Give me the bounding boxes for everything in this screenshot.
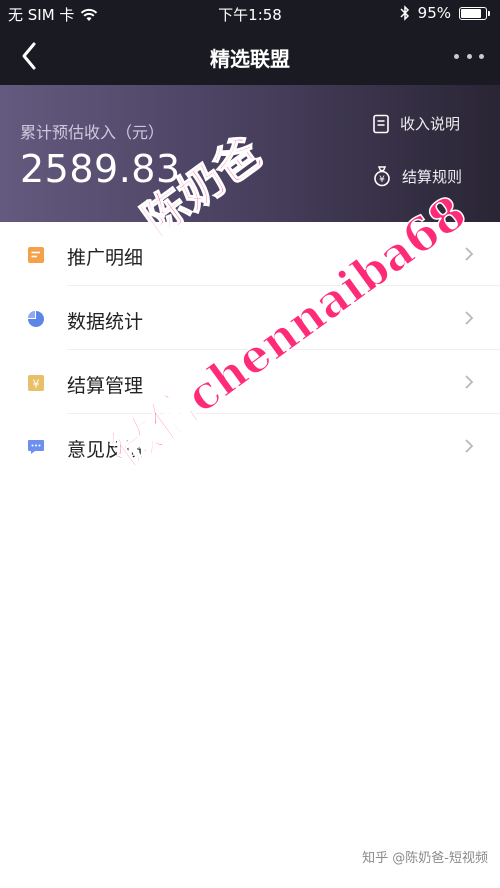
income-explanation-label: 收入说明 [400, 115, 461, 133]
more-dot-icon [466, 53, 472, 59]
more-button[interactable] [454, 44, 484, 68]
status-bar: 无 SIM 卡 下午1:58 95% [0, 0, 500, 28]
settlement-rules-link[interactable]: ¥ 结算规则 [372, 165, 462, 187]
pie-chart-icon [28, 311, 44, 327]
battery-icon [459, 6, 487, 20]
earnings-label: 累计预估收入（元） [20, 123, 165, 142]
chevron-right-icon [465, 439, 474, 453]
chat-bubble-icon [28, 440, 44, 454]
menu-item-label: 推广明细 [67, 247, 144, 269]
money-bag-icon: ¥ [374, 166, 390, 187]
more-dot-icon [454, 53, 459, 59]
battery-cap [488, 10, 490, 16]
status-right: 95% [400, 4, 490, 22]
orange-doc-icon [28, 247, 44, 263]
menu-item-label: 数据统计 [67, 311, 144, 333]
chevron-right-icon [465, 375, 474, 389]
yuan-icon: ¥ [28, 375, 44, 391]
more-dot-icon [479, 53, 484, 59]
bluetooth-icon [400, 5, 409, 21]
svg-text:¥: ¥ [379, 175, 385, 185]
footer-watermark: 知乎 @陈奶爸-短视频 [362, 851, 488, 866]
page-title: 精选联盟 [210, 47, 290, 71]
menu-item-feedback[interactable]: 意见反馈 [0, 414, 500, 478]
document-icon [373, 114, 389, 133]
chevron-right-icon [465, 247, 474, 261]
menu-item-label: 结算管理 [67, 375, 144, 397]
svg-text:¥: ¥ [33, 378, 40, 391]
income-explanation-link[interactable]: 收入说明 [372, 113, 460, 134]
battery-percent: 95% [417, 4, 451, 22]
nav-bar: 精选联盟 [0, 28, 500, 85]
chevron-right-icon [465, 311, 474, 325]
